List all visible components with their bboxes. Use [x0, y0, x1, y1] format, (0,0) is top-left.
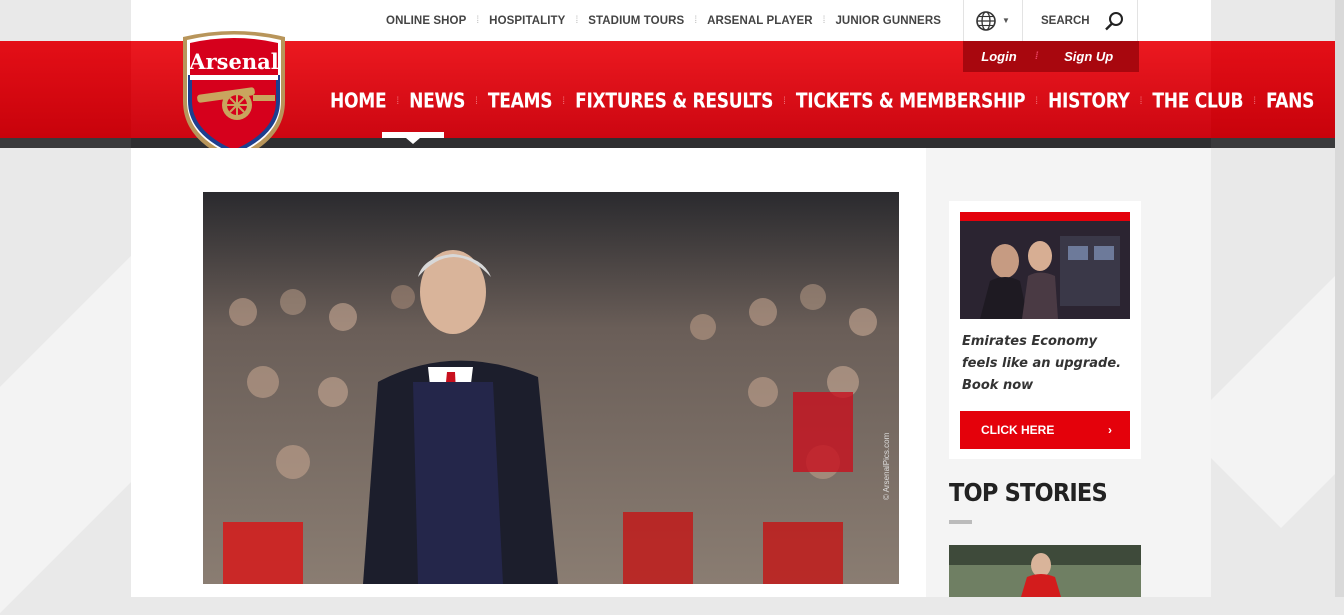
sidebar-advert[interactable]: Emirates Economy feels like an upgrade. …	[949, 201, 1141, 459]
login-link[interactable]: Login	[963, 49, 1035, 64]
active-nav-pointer	[406, 138, 420, 144]
chevron-right-icon: ›	[1108, 423, 1112, 437]
top-story-thumbnail[interactable]	[949, 545, 1141, 597]
utility-link-stadium-tours[interactable]: STADIUM TOURS	[578, 15, 694, 27]
signup-link[interactable]: Sign Up	[1038, 49, 1139, 64]
heading-underline	[949, 520, 972, 524]
globe-icon	[976, 10, 996, 31]
crest-wordmark: Arsenal	[188, 49, 278, 74]
utility-nav: ONLINE SHOP ⁞ HOSPITALITY ⁞ STADIUM TOUR…	[376, 0, 951, 41]
auth-bar: Login ⁞ Sign Up	[963, 41, 1139, 72]
separator: ⁞	[562, 95, 566, 107]
nav-teams[interactable]: TEAMS	[488, 89, 553, 113]
header-strip-inner	[131, 138, 1211, 148]
separator: ⁞	[1139, 95, 1143, 107]
separator: ⁞	[1035, 95, 1039, 107]
hero-image[interactable]	[203, 192, 899, 584]
chevron-down-icon: ▼	[1002, 16, 1010, 25]
search-label: SEARCH	[1041, 14, 1090, 27]
nav-the-club[interactable]: THE CLUB	[1152, 89, 1243, 113]
language-selector[interactable]: ▼	[963, 0, 1023, 41]
utility-link-online-shop[interactable]: ONLINE SHOP	[376, 15, 476, 27]
search-icon	[1104, 11, 1123, 30]
photo-credit: © ArsenalPics.com	[882, 432, 891, 500]
scrollbar[interactable]	[1335, 0, 1344, 597]
separator: ⁞	[1253, 95, 1257, 107]
click-here-label: CLICK HERE	[981, 423, 1055, 437]
advert-text: Emirates Economy feels like an upgrade. …	[962, 334, 1122, 393]
utility-bar: ONLINE SHOP ⁞ HOSPITALITY ⁞ STADIUM TOUR…	[131, 0, 1211, 41]
hero-photo-illustration	[203, 192, 899, 584]
nav-fixtures-results[interactable]: FIXTURES & RESULTS	[575, 89, 773, 113]
nav-fans[interactable]: FANS	[1266, 89, 1314, 113]
advert-accent-bar	[960, 212, 1130, 221]
utility-link-junior-gunners[interactable]: JUNIOR GUNNERS	[825, 15, 951, 27]
advert-image	[960, 221, 1130, 319]
nav-news[interactable]: NEWS	[409, 89, 465, 113]
utility-link-arsenal-player[interactable]: ARSENAL PLAYER	[697, 15, 823, 27]
nav-history[interactable]: HISTORY	[1048, 89, 1130, 113]
click-here-button[interactable]: CLICK HERE ›	[960, 411, 1130, 449]
arsenal-crest-logo[interactable]: Arsenal	[177, 29, 291, 163]
top-stories-heading: TOP STORIES	[949, 478, 1108, 507]
main-nav: HOME ⁞ NEWS ⁞ TEAMS ⁞ FIXTURES & RESULTS…	[330, 89, 1315, 113]
search-button[interactable]: SEARCH	[1021, 0, 1138, 41]
separator: ⁞	[475, 95, 478, 107]
separator: ⁞	[783, 95, 786, 107]
utility-link-hospitality[interactable]: HOSPITALITY	[479, 15, 575, 27]
nav-tickets-membership[interactable]: TICKETS & MEMBERSHIP	[796, 89, 1026, 113]
separator: ⁞	[396, 95, 400, 107]
nav-home[interactable]: HOME	[330, 89, 387, 113]
